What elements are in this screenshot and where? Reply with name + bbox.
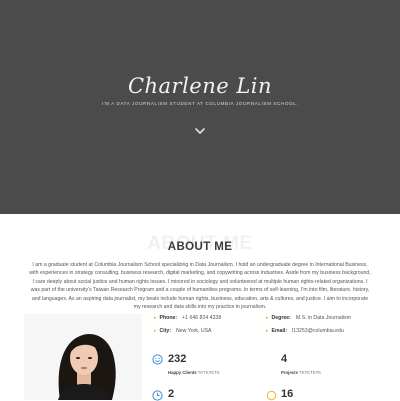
profile-photo — [24, 314, 142, 400]
stat-3-value: 2 — [168, 388, 175, 400]
chevron-down-icon[interactable] — [194, 126, 206, 136]
award-icon — [266, 390, 277, 401]
info-email: ▸ Email: l13253@columbia.edu — [266, 328, 344, 334]
info-phone: ▸ Phone: +1 646 824 4338 — [154, 315, 222, 321]
clock-icon — [152, 390, 163, 401]
stat-projects-value: 4 — [281, 353, 288, 365]
chevron-right-icon: ▸ — [266, 328, 269, 334]
hero-name: Charlene Lin — [127, 74, 273, 98]
chevron-right-icon: ▸ — [154, 328, 157, 334]
phone-value: +1 646 824 4338 — [182, 315, 222, 321]
info-city: ▸ City: New York, USA — [154, 328, 212, 334]
hero-banner: Charlene Lin I'M A DATA JOURNALISM STUDE… — [0, 0, 400, 214]
chevron-right-icon: ▸ — [154, 315, 157, 321]
about-bio: I am a graduate student at Columbia Jour… — [29, 262, 371, 311]
hero-tagline: I'M A DATA JOURNALISM STUDENT AT COLUMBI… — [101, 101, 299, 106]
about-title: ABOUT ME — [167, 241, 233, 253]
degree-value: M.S. in Data Journalism — [295, 315, 351, 321]
info-degree: ▸ Degree: M.S. in Data Journalism — [266, 315, 351, 321]
email-value[interactable]: l13253@columbia.edu — [292, 328, 344, 334]
stat-clients-value: 232 — [168, 353, 187, 365]
smile-icon — [152, 354, 163, 365]
chevron-right-icon: ▸ — [266, 315, 269, 321]
stat-projects-label: Projects TKTKTKTK — [281, 370, 322, 375]
stat-4-value: 16 — [281, 388, 294, 400]
city-value: New York, USA — [176, 328, 212, 334]
stat-clients-label: Happy Clients TKTKTKTK — [168, 370, 220, 375]
